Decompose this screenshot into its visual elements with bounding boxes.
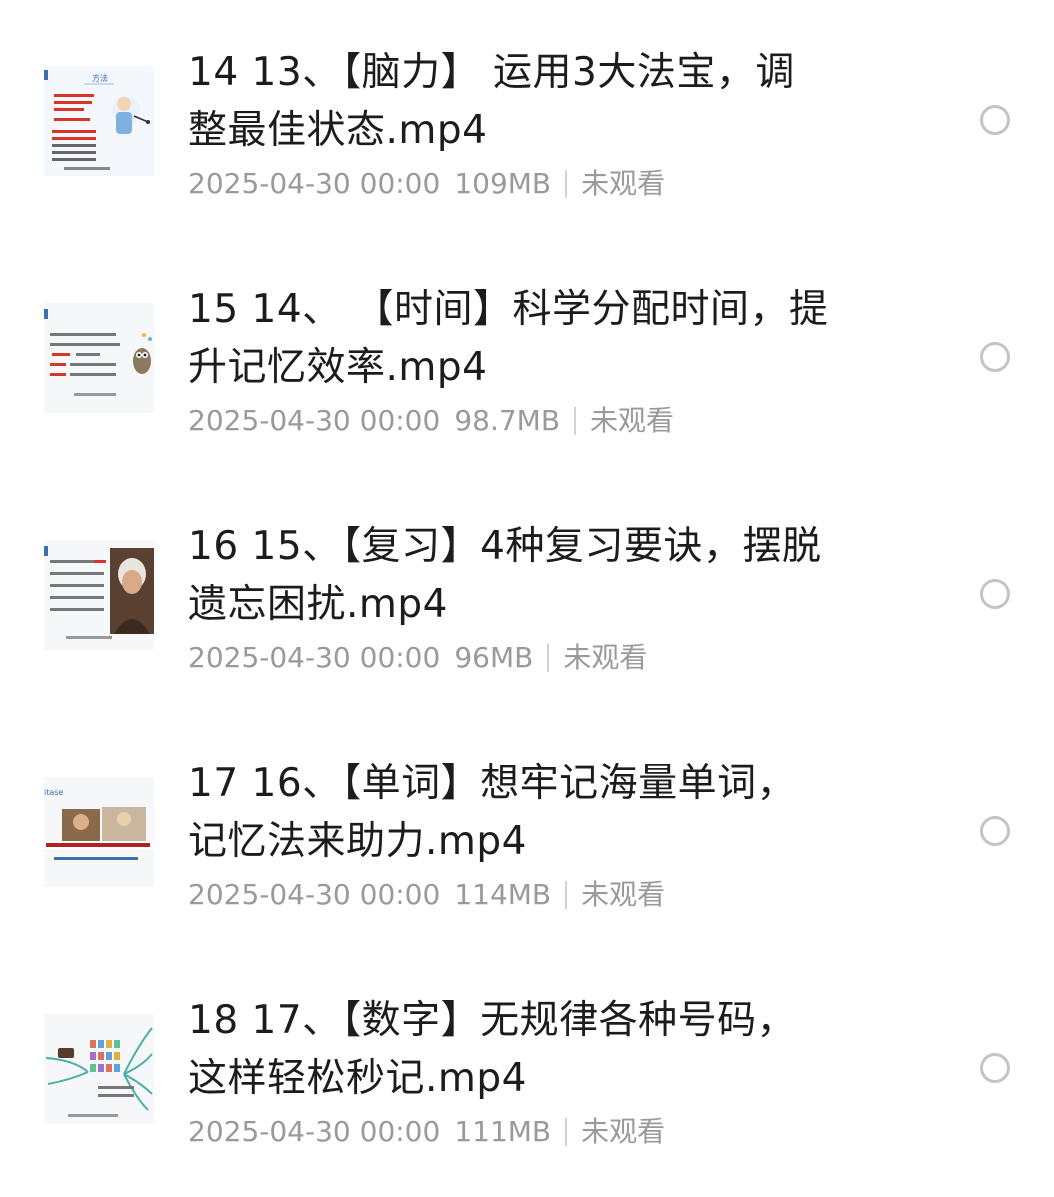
list-item[interactable]: 方法 14 13、【脑力】 运用3大法宝，调 整最佳状态.mp4 2025-04… — [0, 0, 1054, 236]
file-size: 111MB — [454, 1115, 552, 1148]
slide-thumbnail-teacher-icon: 方法 — [44, 66, 154, 176]
file-date: 2025-04-30 00:00 — [188, 1115, 441, 1148]
file-name-line1: 14 13、【脑力】 运用3大法宝，调 — [188, 50, 795, 95]
file-meta: 2025-04-30 00:00 111MB 未观看 — [188, 1114, 665, 1150]
watch-status: 未观看 — [581, 167, 666, 200]
watch-status: 未观看 — [563, 641, 648, 674]
list-item[interactable]: 16 15、【复习】4种复习要诀，摆脱 遗忘困扰.mp4 2025-04-30 … — [0, 474, 1054, 710]
file-list: 方法 14 13、【脑力】 运用3大法宝，调 整最佳状态.mp4 2025-04… — [0, 0, 1054, 1197]
file-name-line1: 15 14、 【时间】科学分配时间，提 — [188, 287, 829, 332]
meta-divider — [547, 644, 550, 672]
video-thumbnail[interactable] — [44, 1014, 154, 1124]
slide-thumbnail-photos-icon: itase — [44, 777, 154, 887]
file-date: 2025-04-30 00:00 — [188, 878, 441, 911]
thumb-heading: itase — [44, 788, 63, 797]
file-date: 2025-04-30 00:00 — [188, 167, 441, 200]
list-item[interactable]: 18 17、【数字】无规律各种号码， 这样轻松秒记.mp4 2025-04-30… — [0, 948, 1054, 1184]
select-radio[interactable] — [980, 579, 1010, 609]
file-name-line2: 记忆法来助力.mp4 — [188, 819, 527, 864]
meta-divider — [574, 407, 577, 435]
watch-status: 未观看 — [581, 878, 666, 911]
thumb-heading: 方法 — [92, 73, 108, 83]
file-meta: 2025-04-30 00:00 114MB 未观看 — [188, 877, 665, 913]
select-radio[interactable] — [980, 105, 1010, 135]
slide-thumbnail-mindmap-icon — [44, 1014, 154, 1124]
file-name-line2: 升记忆效率.mp4 — [188, 345, 488, 390]
video-thumbnail[interactable] — [44, 303, 154, 413]
watch-status: 未观看 — [581, 1115, 666, 1148]
video-thumbnail[interactable]: itase — [44, 777, 154, 887]
file-name-line2: 遗忘困扰.mp4 — [188, 582, 448, 627]
watch-status: 未观看 — [590, 404, 675, 437]
file-name[interactable]: 18 17、【数字】无规律各种号码， 这样轻松秒记.mp4 — [188, 992, 908, 1108]
file-name[interactable]: 14 13、【脑力】 运用3大法宝，调 整最佳状态.mp4 — [188, 44, 908, 160]
select-radio[interactable] — [980, 816, 1010, 846]
video-thumbnail[interactable]: 方法 — [44, 66, 154, 176]
select-radio[interactable] — [980, 1053, 1010, 1083]
select-radio[interactable] — [980, 342, 1010, 372]
file-size: 114MB — [454, 878, 552, 911]
video-thumbnail[interactable] — [44, 540, 154, 650]
file-name-line2: 整最佳状态.mp4 — [188, 108, 488, 153]
file-name-line1: 16 15、【复习】4种复习要诀，摆脱 — [188, 524, 822, 569]
file-name-line1: 17 16、【单词】想牢记海量单词， — [188, 761, 797, 806]
file-name[interactable]: 16 15、【复习】4种复习要诀，摆脱 遗忘困扰.mp4 — [188, 518, 908, 634]
file-date: 2025-04-30 00:00 — [188, 404, 441, 437]
file-size: 96MB — [454, 641, 534, 674]
file-meta: 2025-04-30 00:00 109MB 未观看 — [188, 166, 665, 202]
file-name-line1: 18 17、【数字】无规律各种号码， — [188, 998, 797, 1043]
file-name-line2: 这样轻松秒记.mp4 — [188, 1056, 527, 1101]
file-name[interactable]: 17 16、【单词】想牢记海量单词， 记忆法来助力.mp4 — [188, 755, 908, 871]
file-size: 98.7MB — [454, 404, 561, 437]
list-item[interactable]: itase 17 16、【单词】想牢记海量单词， 记忆法来助力.mp4 2025… — [0, 711, 1054, 947]
list-item[interactable]: 15 14、 【时间】科学分配时间，提 升记忆效率.mp4 2025-04-30… — [0, 237, 1054, 473]
slide-thumbnail-owl-icon — [44, 303, 154, 413]
meta-divider — [565, 881, 568, 909]
meta-divider — [565, 1118, 568, 1146]
file-date: 2025-04-30 00:00 — [188, 641, 441, 674]
file-meta: 2025-04-30 00:00 98.7MB 未观看 — [188, 403, 674, 439]
slide-thumbnail-portrait-icon — [44, 540, 154, 650]
file-name[interactable]: 15 14、 【时间】科学分配时间，提 升记忆效率.mp4 — [188, 281, 908, 397]
file-size: 109MB — [454, 167, 552, 200]
file-meta: 2025-04-30 00:00 96MB 未观看 — [188, 640, 647, 676]
meta-divider — [565, 170, 568, 198]
